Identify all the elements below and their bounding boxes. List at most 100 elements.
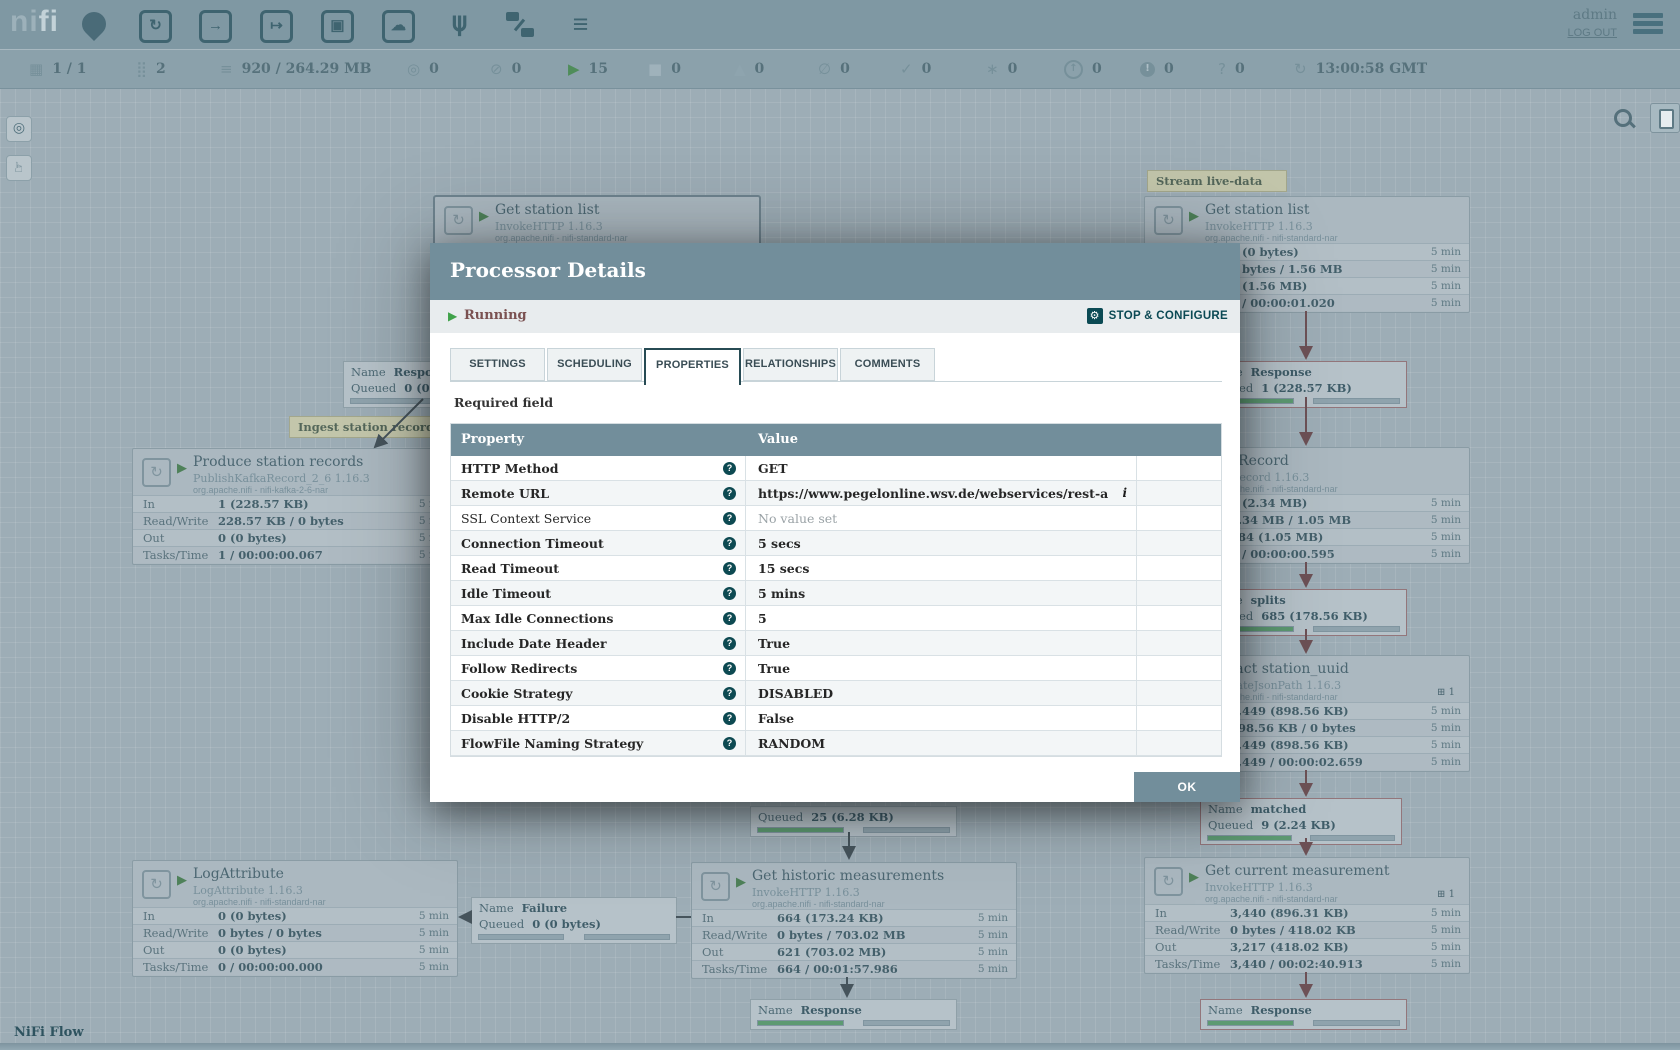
ok-button[interactable]: OK: [1134, 772, 1240, 802]
property-value-cell[interactable]: 15 secs i: [746, 556, 1137, 580]
help-icon[interactable]: ?: [723, 687, 736, 700]
property-name-cell: Follow Redirects ?: [451, 656, 746, 680]
nifi-logo-text: fi: [39, 5, 59, 38]
label-icon[interactable]: ≡: [564, 8, 597, 41]
status-value: 1 / 1: [52, 50, 86, 88]
property-name: Attributes to Send: [461, 757, 577, 758]
property-value-cell[interactable]: False i: [746, 706, 1137, 730]
stop-and-configure-button[interactable]: ⚙STOP & CONFIGURE: [1087, 307, 1228, 327]
connection-label-row: Namematched: [1201, 801, 1401, 817]
sync-failure-icon: ?: [1218, 50, 1226, 88]
info-icon: i: [1122, 482, 1127, 505]
cluster-icon: ⣿: [136, 50, 147, 88]
panel-toggle-icon[interactable]: [1650, 103, 1680, 133]
connection-label[interactable]: NameFailureQueued0 (0 bytes): [471, 897, 677, 944]
property-value: True: [758, 657, 790, 680]
output-port-icon[interactable]: ↦: [260, 8, 293, 41]
status-value: 0: [1008, 50, 1018, 88]
property-row-spacer: [1137, 756, 1221, 757]
connection-label[interactable]: Queued25 (6.28 KB): [750, 806, 957, 837]
processor[interactable]: ↻ ▶ LogAttribute LogAttribute 1.16.3 org…: [132, 860, 458, 977]
connection-label-rows: NameResponse: [751, 1002, 956, 1018]
help-icon[interactable]: ?: [723, 712, 736, 725]
breadcrumb[interactable]: NiFi Flow: [14, 1025, 84, 1040]
status-item[interactable]: ↻13:00:58 GMT: [1294, 50, 1427, 88]
connection-label-row: NameResponse: [1201, 1002, 1406, 1018]
property-value-cell[interactable]: RANDOM i: [746, 731, 1137, 755]
processor[interactable]: ↻ ▶ Get historic measurements InvokeHTTP…: [691, 862, 1017, 979]
help-icon[interactable]: ?: [723, 512, 736, 525]
property-value-cell[interactable]: True i: [746, 631, 1137, 655]
connection-label[interactable]: NamematchedQueued9 (2.24 KB): [1200, 798, 1402, 845]
logout-link[interactable]: LOG OUT: [1567, 27, 1617, 39]
help-icon[interactable]: ?: [723, 462, 736, 475]
status-value: 0: [840, 50, 850, 88]
status-item: ■0: [648, 50, 681, 88]
property-value-cell[interactable]: 5 mins i: [746, 581, 1137, 605]
help-icon[interactable]: ?: [723, 587, 736, 600]
help-icon[interactable]: ?: [723, 537, 736, 550]
property-row: Cookie Strategy ? DISABLED i: [451, 681, 1221, 706]
property-name: Max Idle Connections: [461, 607, 613, 630]
connection-backpressure-bars: [751, 825, 956, 833]
tab-scheduling[interactable]: SCHEDULING: [547, 348, 642, 381]
tab-properties[interactable]: PROPERTIES: [644, 348, 741, 385]
search-icon[interactable]: [1612, 107, 1636, 131]
template-icon[interactable]: [504, 8, 537, 41]
processor[interactable]: ↻ ▶ Get current measurement InvokeHTTP 1…: [1144, 857, 1470, 974]
property-value-cell[interactable]: DISABLED i: [746, 681, 1137, 705]
property-value-cell[interactable]: 5 i: [746, 606, 1137, 630]
help-icon[interactable]: ?: [723, 662, 736, 675]
global-menu-icon[interactable]: [1633, 13, 1663, 37]
hand-icon[interactable]: ☞: [6, 155, 32, 181]
property-name: HTTP Method: [461, 457, 558, 480]
stat-row: Tasks/Time0 / 00:00:00.0005 min: [133, 958, 457, 975]
processor-name: Get station list: [1205, 202, 1309, 218]
tab-settings[interactable]: SETTINGS: [450, 348, 545, 381]
canvas-label[interactable]: Stream live-data: [1147, 170, 1287, 192]
input-port-icon[interactable]: →: [199, 8, 232, 41]
help-icon[interactable]: ?: [723, 562, 736, 575]
property-value-cell[interactable]: 5 secs i: [746, 531, 1137, 555]
processor-type: InvokeHTTP 1.16.3: [495, 220, 603, 233]
stat-row: In0 (0 bytes)5 min: [133, 907, 457, 924]
processor-stats: In0 (0 bytes)5 min Read/Write0 bytes / 0…: [133, 907, 457, 975]
property-name-cell: SSL Context Service ?: [451, 506, 746, 530]
funnel-icon[interactable]: ⋔: [443, 8, 476, 41]
tab-relationships[interactable]: RELATIONSHIPS: [743, 348, 838, 381]
help-icon[interactable]: ?: [723, 612, 736, 625]
processor-bundle: org.apache.nifi - nifi-kafka-2-6-nar: [193, 485, 328, 495]
property-value-cell[interactable]: https://www.pegelonline.wsv.de/webservic…: [746, 481, 1137, 505]
dialog-tabs: SETTINGSSCHEDULINGPROPERTIESRELATIONSHIP…: [450, 348, 937, 384]
connection-label-row: Queued25 (6.28 KB): [751, 809, 956, 825]
stat-row: Tasks/Time664 / 00:01:57.9865 min: [692, 960, 1016, 977]
processor-type: LogAttribute 1.16.3: [193, 884, 303, 897]
property-value-cell[interactable]: GET i: [746, 456, 1137, 480]
property-value-cell[interactable]: True i: [746, 656, 1137, 680]
help-icon[interactable]: ?: [723, 737, 736, 750]
property-value-cell[interactable]: No value set i: [746, 756, 1137, 757]
processor-badge: ⊞ 1: [1437, 889, 1455, 900]
property-name: Read Timeout: [461, 557, 559, 580]
connection-backpressure-bars: [472, 932, 676, 940]
connection-backpressure-bars: [1201, 1018, 1406, 1026]
processor-icon[interactable]: ↻: [139, 8, 172, 41]
processor[interactable]: ↻ ▶ Produce station records PublishKafka…: [132, 448, 458, 565]
connection-label[interactable]: NameResponse: [750, 999, 957, 1030]
process-group-icon[interactable]: ▣: [321, 8, 354, 41]
target-icon[interactable]: ◎: [6, 116, 32, 142]
processor-name: Get station list: [495, 202, 599, 218]
remote-process-group-icon[interactable]: ☁: [382, 8, 415, 41]
property-name: Remote URL: [461, 482, 549, 505]
connection-label[interactable]: NameResponse: [1200, 999, 1407, 1030]
canvas-label[interactable]: Ingest station records: [289, 416, 432, 438]
property-value: DISABLED: [758, 682, 833, 705]
running-icon: ▶: [479, 209, 489, 224]
property-value-cell[interactable]: No value set i: [746, 506, 1137, 530]
gear-icon: ⚙: [1087, 308, 1103, 324]
property-name-cell: Max Idle Connections ?: [451, 606, 746, 630]
help-icon[interactable]: ?: [723, 637, 736, 650]
grid-icon: ⊞: [1437, 687, 1445, 698]
tab-comments[interactable]: COMMENTS: [840, 348, 935, 381]
help-icon[interactable]: ?: [723, 487, 736, 500]
